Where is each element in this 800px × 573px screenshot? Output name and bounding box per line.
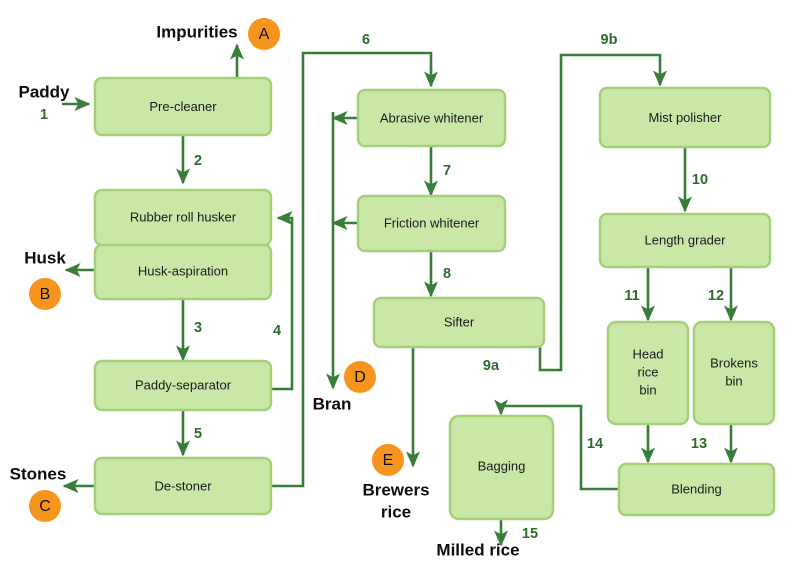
badge-a-text: A (259, 26, 270, 43)
stream-number-11: 11 (624, 288, 639, 304)
node-bagging[interactable]: Bagging (448, 414, 555, 521)
node-pre-cleaner[interactable]: Pre-cleaner (93, 76, 273, 137)
badge-e[interactable]: E (372, 444, 404, 476)
node-de-stoner-label: De-stoner (154, 478, 212, 493)
badge-a[interactable]: A (248, 18, 280, 50)
io-label-impurities: Impurities (156, 22, 237, 41)
node-sifter-label: Sifter (444, 314, 475, 329)
node-friction-whitener[interactable]: Friction whitener (356, 194, 507, 253)
node-abrasive-whitener[interactable]: Abrasive whitener (356, 88, 507, 148)
process-flow-diagram: Pre-cleaner Rubber roll husker Husk-aspi… (10, 18, 776, 559)
stream-number-10: 10 (692, 172, 708, 188)
badge-d[interactable]: D (344, 361, 376, 393)
badge-c[interactable]: C (29, 490, 61, 522)
node-length-grader-label: Length grader (645, 232, 727, 247)
node-paddy-separator-label: Paddy-separator (135, 377, 232, 392)
node-bagging-label: Bagging (478, 458, 526, 473)
node-head-rice-bin[interactable]: Head rice bin (606, 320, 690, 426)
io-label-bran: Bran (313, 394, 352, 413)
node-blending[interactable]: Blending (617, 462, 776, 517)
badge-c-text: C (39, 498, 51, 515)
node-rubber-roll-husker[interactable]: Rubber roll husker (93, 188, 273, 247)
node-mist-polisher-label: Mist polisher (649, 110, 723, 125)
node-rubber-roll-husker-label: Rubber roll husker (130, 209, 237, 224)
stream-number-5: 5 (194, 426, 202, 442)
stream-number-4: 4 (273, 323, 281, 339)
node-de-stoner[interactable]: De-stoner (93, 456, 273, 516)
node-husk-aspiration[interactable]: Husk-aspiration (93, 243, 273, 301)
node-sifter[interactable]: Sifter (372, 296, 546, 349)
stream-number-2: 2 (194, 153, 202, 169)
stream-number-3: 3 (194, 320, 202, 336)
node-abrasive-whitener-label: Abrasive whitener (380, 110, 484, 125)
io-label-milled-rice: Milled rice (436, 540, 519, 559)
stream-number-15: 15 (522, 526, 538, 542)
io-label-brewers-rice-line2: rice (381, 502, 411, 521)
badge-b-text: B (40, 286, 51, 303)
io-label-brewers-rice-line1: Brewers (362, 480, 429, 499)
node-head-rice-bin-label-line1: Head (632, 346, 663, 361)
stream-number-7: 7 (443, 163, 451, 179)
node-brokens-bin[interactable]: Brokens bin (692, 320, 776, 426)
badge-b[interactable]: B (29, 278, 61, 310)
stream-number-13: 13 (691, 436, 707, 452)
node-brokens-bin-label-line1: Brokens (710, 355, 758, 370)
node-mist-polisher[interactable]: Mist polisher (598, 86, 772, 149)
node-paddy-separator[interactable]: Paddy-separator (93, 359, 273, 412)
io-label-stones: Stones (10, 464, 67, 483)
node-friction-whitener-label: Friction whitener (384, 215, 480, 230)
badge-e-text: E (383, 452, 394, 469)
node-blending-label: Blending (671, 481, 722, 496)
io-label-husk: Husk (24, 248, 66, 267)
stream-number-1: 1 (40, 107, 48, 123)
stream-number-9b: 9b (601, 32, 618, 48)
stream-number-9a: 9a (483, 358, 500, 374)
stream-number-12: 12 (708, 288, 724, 304)
node-length-grader[interactable]: Length grader (598, 212, 772, 269)
node-pre-cleaner-label: Pre-cleaner (149, 99, 217, 114)
node-head-rice-bin-label-line2: rice (638, 364, 659, 379)
stream-number-14: 14 (587, 436, 603, 452)
node-head-rice-bin-label-line3: bin (639, 382, 656, 397)
node-brokens-bin-label-line2: bin (725, 373, 742, 388)
node-husk-aspiration-label: Husk-aspiration (138, 263, 228, 278)
stream-number-8: 8 (443, 266, 451, 282)
badge-d-text: D (354, 369, 366, 386)
connector-paddy-separator-recycle-to-husker (272, 210, 294, 391)
stream-number-6: 6 (362, 32, 370, 48)
process-box-layer: Pre-cleaner Rubber roll husker Husk-aspi… (93, 76, 776, 521)
io-label-paddy: Paddy (18, 82, 70, 101)
